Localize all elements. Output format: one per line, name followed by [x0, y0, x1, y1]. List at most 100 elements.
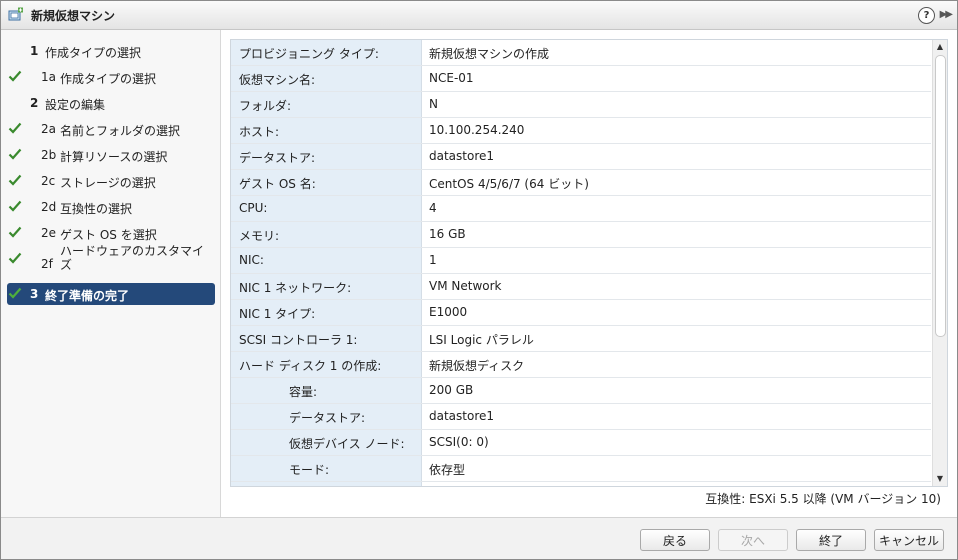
wizard-footer: 戻る 次へ 終了 キャンセル — [1, 517, 957, 559]
row-key-cell: プロビジョニング タイプ: — [231, 40, 422, 65]
compatibility-text: 互換性: ESXi 5.5 以降 (VM バージョン 10) — [705, 492, 941, 506]
row-key-label: CPU: — [239, 201, 268, 215]
row-key-cell: ハード ディスク 2 の作成: — [231, 482, 422, 486]
table-row: メモリ: 16 GB — [231, 222, 931, 248]
step-number: 1 — [30, 44, 39, 58]
step-2f[interactable]: 2f ハードウェアのカスタマイズ — [7, 244, 215, 280]
row-key-label: データストア: — [239, 151, 316, 165]
row-key-cell: フォルダ: — [231, 92, 422, 117]
back-button[interactable]: 戻る — [640, 529, 710, 551]
step-label: 設定の編集 — [45, 98, 106, 112]
row-value: SCSI(0: 0) — [429, 435, 489, 449]
table-row: 仮想マシン名: NCE-01 — [231, 66, 931, 92]
step-2d[interactable]: 2d 互換性の選択 — [7, 196, 215, 218]
row-key-label: モード: — [289, 463, 330, 477]
row-value: 1 — [429, 253, 437, 267]
row-key-label: 仮想マシン名: — [239, 73, 316, 87]
row-key-label: 仮想デバイス ノード: — [289, 437, 405, 451]
row-key-cell: ホスト: — [231, 118, 422, 143]
step-number: 2c — [41, 174, 56, 188]
step-3[interactable]: 3 終了準備の完了 — [7, 283, 215, 305]
step-1a[interactable]: 1a 作成タイプの選択 — [7, 66, 215, 88]
checkmark-icon — [8, 70, 22, 82]
row-value: CentOS 4/5/6/7 (64 ビット) — [429, 177, 589, 191]
step-label: 計算リソースの選択 — [60, 150, 168, 164]
row-value: LSI Logic パラレル — [429, 333, 534, 347]
step-2a[interactable]: 2a 名前とフォルダの選択 — [7, 118, 215, 140]
row-key-cell: 仮想デバイス ノード: — [231, 430, 422, 455]
wizard-steps-nav: 1 作成タイプの選択 1a 作成タイプの選択 2 設定の編集 2a 名前とフォル… — [1, 30, 221, 517]
step-label: 名前とフォルダの選択 — [60, 124, 181, 138]
step-label: ハードウェアのカスタマイズ — [60, 244, 205, 272]
step-number: 2 — [30, 96, 39, 110]
table-row: ホスト: 10.100.254.240 — [231, 118, 931, 144]
row-key-cell: ハード ディスク 1 の作成: — [231, 352, 422, 377]
collapse-icon[interactable]: ▶▶ — [940, 9, 953, 20]
finish-button[interactable]: 終了 — [796, 529, 866, 551]
table-row: プロビジョニング タイプ: 新規仮想マシンの作成 — [231, 40, 931, 66]
row-key-label: プロビジョニング タイプ: — [239, 47, 379, 61]
row-key-cell: メモリ: — [231, 222, 422, 247]
cancel-button[interactable]: キャンセル — [874, 529, 944, 551]
table-row: CPU: 4 — [231, 196, 931, 222]
table-row: NIC 1 ネットワーク: VM Network — [231, 274, 931, 300]
row-key-cell: データストア: — [231, 404, 422, 429]
row-value: 4 — [429, 201, 437, 215]
step-label: 作成タイプの選択 — [60, 72, 157, 86]
table-row: NIC: 1 — [231, 248, 931, 274]
row-value: E1000 — [429, 305, 468, 319]
summary-panel: プロビジョニング タイプ: 新規仮想マシンの作成仮想マシン名: NCE-01 フォルダ… — [221, 30, 957, 517]
table-row: 容量: 200 GB — [231, 378, 931, 404]
row-key-label: ゲスト OS 名: — [239, 177, 316, 191]
step-2e[interactable]: 2e ゲスト OS を選択 — [7, 222, 215, 244]
row-key-cell: 仮想マシン名: — [231, 66, 422, 91]
step-number: 2b — [41, 148, 57, 162]
step-number: 2d — [41, 200, 57, 214]
step-label: ストレージの選択 — [60, 176, 156, 190]
row-value: 新規仮想ディスク — [429, 359, 525, 373]
step-number: 2f — [41, 257, 53, 271]
table-row: データストア: datastore1 — [231, 144, 931, 170]
step-1[interactable]: 1 作成タイプの選択 — [7, 40, 215, 62]
new-vm-wizard-window: 新規仮想マシン ? ▶▶ 1 作成タイプの選択 1a 作成タイプの選択 2 設定… — [0, 0, 958, 560]
step-2[interactable]: 2 設定の編集 — [7, 92, 215, 114]
table-row: SCSI コントローラ 1: LSI Logic パラレル — [231, 326, 931, 352]
help-icon[interactable]: ? — [918, 7, 935, 24]
table-row: モード: 依存型 — [231, 456, 931, 482]
row-value: 10.100.254.240 — [429, 123, 525, 137]
row-value: datastore1 — [429, 409, 495, 423]
row-key-cell: SCSI コントローラ 1: — [231, 326, 422, 351]
scroll-down-arrow-icon[interactable]: ▼ — [933, 472, 947, 486]
step-label: 作成タイプの選択 — [45, 46, 142, 60]
scroll-thumb[interactable] — [935, 55, 946, 337]
vertical-scrollbar[interactable]: ▲ ▼ — [932, 40, 947, 486]
row-key-label: 容量: — [289, 385, 318, 399]
row-value: NCE-01 — [429, 71, 474, 85]
row-key-label: ホスト: — [239, 125, 280, 139]
new-vm-icon — [8, 7, 23, 21]
next-button: 次へ — [718, 529, 788, 551]
step-number: 1a — [41, 70, 56, 84]
step-label: 終了準備の完了 — [45, 289, 130, 303]
table-row: ハード ディスク 1 の作成: 新規仮想ディスク — [231, 352, 931, 378]
step-label: 互換性の選択 — [60, 202, 133, 216]
summary-rows[interactable]: プロビジョニング タイプ: 新規仮想マシンの作成仮想マシン名: NCE-01 フォルダ… — [231, 40, 931, 486]
checkmark-icon — [8, 148, 22, 160]
table-row: フォルダ: N — [231, 92, 931, 118]
step-number: 2e — [41, 226, 57, 240]
row-key-cell: モード: — [231, 456, 422, 481]
scroll-up-arrow-icon[interactable]: ▲ — [933, 40, 947, 54]
checkmark-icon — [8, 200, 22, 212]
table-row: ゲスト OS 名: CentOS 4/5/6/7 (64 ビット) — [231, 170, 931, 196]
summary-table: プロビジョニング タイプ: 新規仮想マシンの作成仮想マシン名: NCE-01 フォルダ… — [230, 39, 948, 487]
table-row: データストア: datastore1 — [231, 404, 931, 430]
title-bar: 新規仮想マシン ? ▶▶ — [1, 1, 957, 30]
step-label: ゲスト OS を選択 — [60, 228, 157, 242]
step-2c[interactable]: 2c ストレージの選択 — [7, 170, 215, 192]
step-2b[interactable]: 2b 計算リソースの選択 — [7, 144, 215, 166]
row-key-label: メモリ: — [239, 229, 280, 243]
row-value: N — [429, 97, 438, 111]
window-title: 新規仮想マシン — [31, 9, 116, 23]
row-key-cell: NIC 1 タイプ: — [231, 300, 422, 325]
row-key-label: NIC 1 タイプ: — [239, 307, 316, 321]
